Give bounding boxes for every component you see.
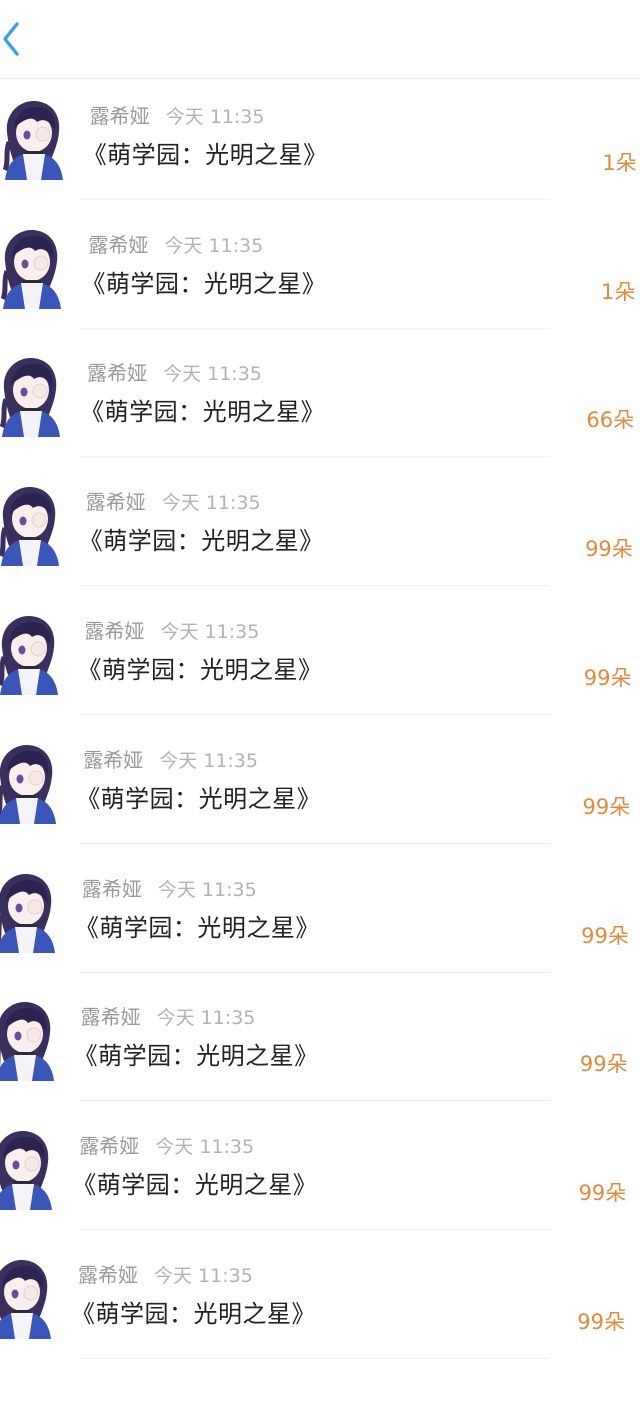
gift-amount: 99朵 (577, 1310, 625, 1334)
list-item[interactable]: 露希娅 今天 11:35 《萌学园：光明之星》 99朵 (0, 716, 640, 844)
avatar (0, 1257, 53, 1339)
gift-amount: 99朵 (578, 1181, 627, 1206)
sender-line: 露希娅 今天 11:35 (78, 1261, 253, 1289)
avatar (1, 98, 65, 180)
list-item[interactable]: 露希娅 今天 11:35 《萌学园：光明之星》 99朵 (0, 458, 640, 587)
book-title: 《萌学园：光明之星》 (81, 269, 327, 298)
send-time: 今天 11:35 (164, 234, 264, 257)
list-item[interactable]: 露希娅 今天 11:35 《萌学园：光明之星》 99朵 (0, 587, 640, 715)
send-time: 今天 11:35 (156, 1007, 256, 1030)
sender-line: 露希娅 今天 11:35 (87, 359, 262, 387)
send-time: 今天 11:35 (165, 105, 265, 128)
list-item[interactable]: 露希娅 今天 11:35 《萌学园：光明之星》 99朵 (0, 973, 640, 1102)
book-title: 《萌学园：光明之星》 (77, 656, 323, 684)
list-item[interactable]: 露希娅 今天 11:35 《萌学园：光明之星》 99朵 (0, 1231, 640, 1359)
gift-amount: 1朵 (601, 279, 636, 304)
send-time: 今天 11:35 (154, 1265, 253, 1287)
book-title: 《萌学园：光明之星》 (78, 527, 324, 556)
avatar (0, 999, 56, 1082)
avatar (0, 355, 62, 438)
gift-record-list[interactable]: 《萌学园：光明之星》 1朵 (0, 0, 640, 1425)
book-title: 《萌学园：光明之星》 (73, 1042, 319, 1071)
sender-name: 露希娅 (84, 619, 145, 643)
sender-line: 露希娅 今天 11:35 (86, 488, 261, 516)
back-button[interactable] (0, 14, 40, 64)
send-time: 今天 11:35 (157, 878, 257, 901)
gift-amount: 99朵 (585, 537, 633, 562)
sender-line: 露希娅 今天 11:35 (85, 617, 260, 645)
list-item[interactable]: 露希娅 今天 11:35 《萌学园：光明之星》 1朵 (0, 201, 640, 329)
gift-amount: 99朵 (583, 666, 632, 690)
gift-amount: 99朵 (581, 923, 629, 948)
send-time: 今天 11:35 (163, 363, 262, 386)
sender-name: 露希娅 (88, 232, 149, 257)
navigation-bar (0, 0, 640, 79)
avatar (0, 484, 61, 567)
send-time: 今天 11:35 (161, 492, 261, 515)
gift-amount: 1朵 (602, 150, 637, 175)
sender-line: 露希娅 今天 11:35 (81, 1003, 256, 1031)
avatar (0, 871, 57, 953)
chevron-left-icon (3, 22, 19, 56)
sender-name: 露希娅 (81, 876, 142, 901)
avatar (0, 227, 63, 309)
book-title: 《萌学园：光明之星》 (71, 1300, 316, 1328)
avatar (0, 1128, 54, 1211)
list-item[interactable]: 露希娅 今天 11:35 《萌学园：光明之星》 99朵 (0, 845, 640, 973)
sender-line: 露希娅 今天 11:35 (82, 875, 257, 903)
book-title: 《萌学园：光明之星》 (74, 913, 320, 942)
sender-line: 露希娅 今天 11:35 (79, 1132, 254, 1160)
avatar (0, 613, 60, 695)
divider (80, 1358, 550, 1359)
book-title: 《萌学园：光明之星》 (80, 398, 326, 427)
sender-name: 露希娅 (80, 1005, 141, 1030)
list-item[interactable]: 露希娅 今天 11:35 《萌学园：光明之星》 66朵 (0, 329, 640, 458)
sender-name: 露希娅 (89, 103, 150, 128)
book-title: 《萌学园：光明之星》 (82, 140, 328, 169)
sender-name: 露希娅 (78, 1263, 138, 1287)
list-item[interactable]: 露希娅 今天 11:35 《萌学园：光明之星》 1朵 (0, 72, 640, 200)
sender-name: 露希娅 (79, 1134, 140, 1159)
send-time: 今天 11:35 (159, 749, 258, 772)
avatar (0, 742, 58, 824)
sender-line: 露希娅 今天 11:35 (88, 231, 263, 259)
sender-name: 露希娅 (85, 490, 146, 515)
sender-name: 露希娅 (83, 747, 144, 772)
book-title: 《萌学园：光明之星》 (76, 784, 322, 813)
send-time: 今天 11:35 (160, 621, 260, 643)
sender-line: 露希娅 今天 11:35 (83, 746, 258, 774)
sender-name: 露希娅 (87, 361, 148, 386)
gift-amount: 99朵 (582, 794, 631, 819)
gift-amount: 66朵 (586, 408, 635, 433)
gift-amount: 99朵 (579, 1052, 628, 1077)
book-title: 《萌学园：光明之星》 (72, 1171, 318, 1200)
list-item[interactable]: 露希娅 今天 11:35 《萌学园：光明之星》 99朵 (0, 1102, 640, 1231)
sender-line: 露希娅 今天 11:35 (90, 102, 265, 130)
send-time: 今天 11:35 (155, 1136, 255, 1159)
